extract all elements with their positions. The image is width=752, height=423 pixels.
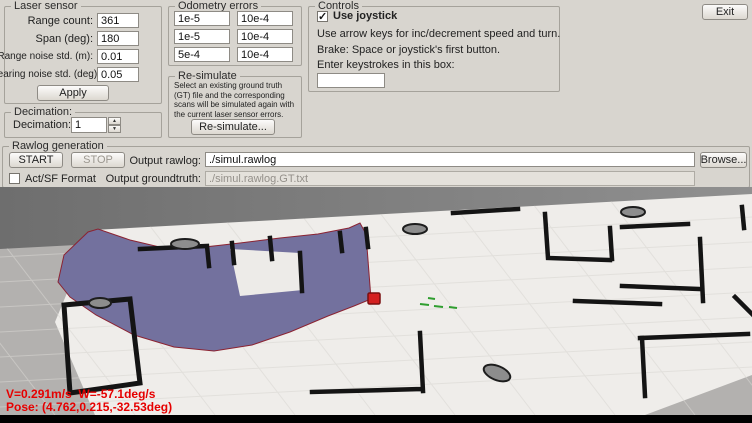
keystroke-input[interactable]	[317, 73, 385, 88]
laser-sensor-group: Laser sensor Range count: Span (deg): Ra…	[4, 6, 162, 104]
simulation-viewport[interactable]: V=0.291m/s W=-57.1deg/s Pose: (4.762,0.2…	[0, 187, 752, 415]
browse-button[interactable]: Browse...	[700, 152, 747, 168]
controls-line3: Enter keystrokes in this box:	[317, 59, 455, 71]
laser-sensor-title: Laser sensor	[11, 0, 81, 12]
rawlog-generation-group: Rawlog generation START STOP Output rawl…	[2, 146, 750, 188]
start-button[interactable]: START	[9, 152, 63, 168]
decimation-down-button[interactable]: ▼	[108, 125, 121, 133]
robot-marker	[368, 293, 380, 304]
decimation-up-button[interactable]: ▲	[108, 117, 121, 125]
odometry-input-2[interactable]	[174, 29, 230, 44]
range-noise-label: Range noise std. (m):	[0, 51, 93, 62]
exit-button[interactable]: Exit	[702, 4, 748, 20]
controls-group: Controls Use joystick Use arrow keys for…	[308, 6, 560, 92]
bearing-noise-label: Bearing noise std. (deg):	[0, 69, 93, 80]
odometry-errors-group: Odometry errors	[168, 6, 302, 66]
decimation-spinner: ▲ ▼	[108, 117, 121, 133]
odometry-input-4[interactable]	[174, 47, 230, 62]
output-rawlog-label: Output rawlog:	[123, 155, 201, 167]
odometry-input-5[interactable]	[237, 47, 293, 62]
actsf-format-checkbox[interactable]	[9, 173, 20, 184]
output-groundtruth-input	[205, 171, 695, 186]
stop-button[interactable]: STOP	[71, 152, 125, 168]
range-count-label: Range count:	[7, 15, 93, 27]
odometry-input-1[interactable]	[237, 11, 293, 26]
actsf-format-label: Act/SF Format	[25, 173, 96, 185]
resimulate-button[interactable]: Re-simulate...	[191, 119, 275, 135]
range-noise-input[interactable]	[97, 49, 139, 64]
bearing-noise-input[interactable]	[97, 67, 139, 82]
hud-pose-text: Pose: (4.762,0.215,-32.53deg)	[6, 400, 172, 414]
resimulate-group: Re-simulate Select an existing ground tr…	[168, 76, 302, 138]
hud-velocity-text: V=0.291m/s W=-57.1deg/s	[6, 387, 155, 401]
odometry-input-3[interactable]	[237, 29, 293, 44]
rawlog-generation-title: Rawlog generation	[9, 140, 107, 152]
use-joystick-checkbox[interactable]	[317, 11, 328, 22]
simulator-window: Laser sensor Range count: Span (deg): Ra…	[0, 0, 752, 423]
decimation-input[interactable]	[71, 117, 107, 133]
controls-line1: Use arrow keys for inc/decrement speed a…	[317, 28, 560, 40]
output-rawlog-input[interactable]	[205, 152, 695, 167]
range-count-input[interactable]	[97, 13, 139, 28]
span-deg-input[interactable]	[97, 31, 139, 46]
bottom-black-bar	[0, 415, 752, 423]
span-deg-label: Span (deg):	[7, 33, 93, 45]
decimation-group-title: Decimation:	[11, 106, 75, 118]
controls-line2: Brake: Space or joystick's first button.	[317, 44, 500, 56]
decimation-group: Decimation: Decimation: ▲ ▼	[4, 112, 162, 138]
resimulate-description: Select an existing ground truth (GT) fil…	[174, 81, 297, 119]
use-joystick-label: Use joystick	[333, 10, 397, 22]
output-groundtruth-label: Output groundtruth:	[103, 173, 201, 185]
decimation-label: Decimation:	[13, 119, 71, 131]
simulation-3d-scene[interactable]	[0, 187, 752, 415]
scan-occlusion-shadow	[230, 249, 303, 296]
apply-button[interactable]: Apply	[37, 85, 109, 101]
odometry-input-0[interactable]	[174, 11, 230, 26]
